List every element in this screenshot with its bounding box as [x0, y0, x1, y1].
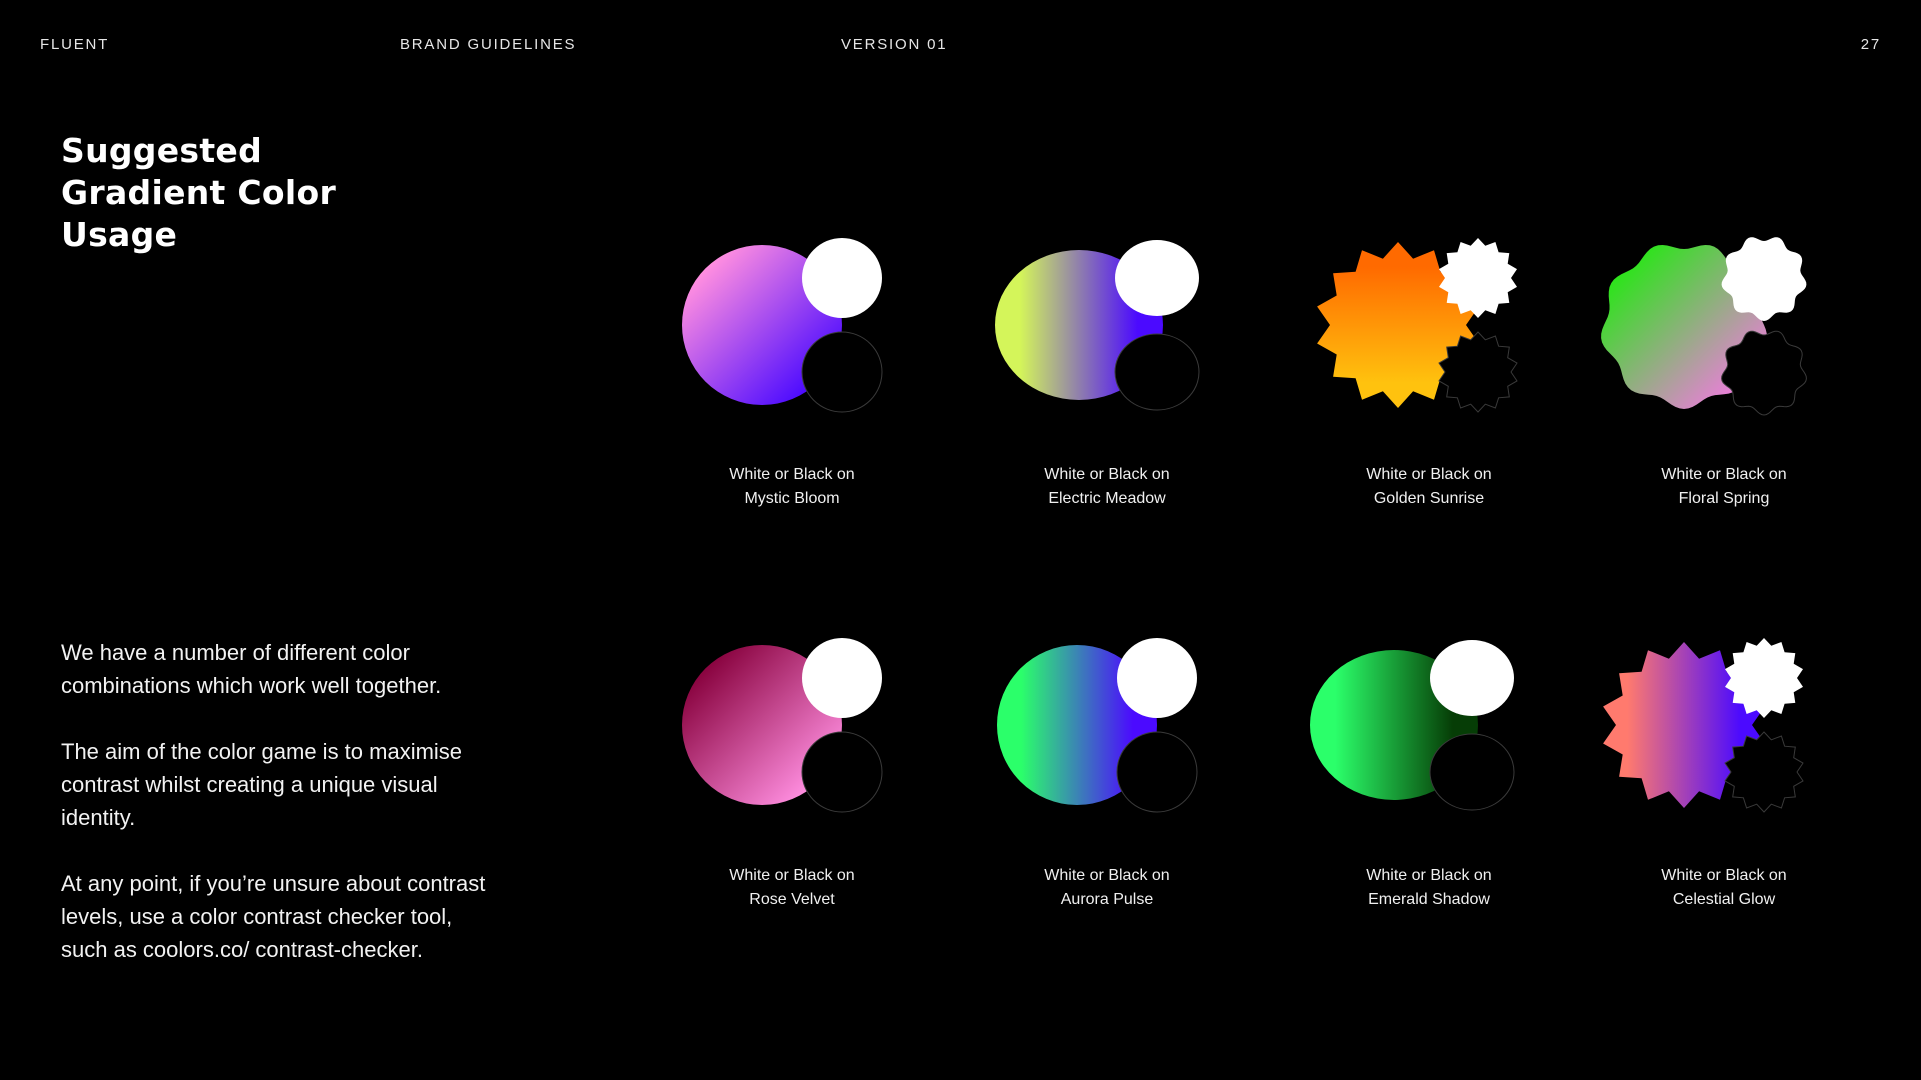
- swatch-graphic: [995, 240, 1200, 411]
- swatch-caption: White or Black on Celestial Glow: [1604, 864, 1844, 912]
- paragraph: We have a number of different color comb…: [61, 640, 442, 698]
- black-swatch: [801, 731, 883, 813]
- white-swatch: [1430, 640, 1514, 716]
- header-version: VERSION 01: [841, 36, 948, 53]
- swatch-graphic: [682, 638, 883, 813]
- paragraph: At any point, if you’re unsure about con…: [61, 871, 486, 962]
- header-brand: FLUENT: [40, 36, 110, 53]
- black-swatch: [1114, 333, 1200, 411]
- black-swatch: [1116, 731, 1198, 813]
- swatch-caption: White or Black on Golden Sunrise: [1309, 463, 1549, 511]
- swatch-name: Aurora Pulse: [1060, 891, 1154, 908]
- white-swatch: [802, 238, 882, 318]
- body-text: We have a number of different color comb…: [61, 636, 501, 999]
- swatch-caption: White or Black on Floral Spring: [1604, 463, 1844, 511]
- swatch-mystic-bloom: [682, 230, 902, 413]
- swatch-graphic: [1310, 640, 1515, 811]
- page-title: Suggested Gradient Color Usage: [61, 130, 441, 256]
- swatch-graphic: [1601, 237, 1807, 416]
- swatch-name: Golden Sunrise: [1373, 490, 1485, 507]
- header-section: BRAND GUIDELINES: [400, 36, 577, 53]
- swatch-name: Celestial Glow: [1672, 891, 1776, 908]
- title-line: Suggested: [61, 131, 263, 170]
- swatch-graphic: [682, 238, 883, 413]
- swatch-rose-velvet: [682, 630, 902, 813]
- white-swatch: [1115, 240, 1199, 316]
- white-swatch: [802, 638, 882, 718]
- black-swatch: [1429, 733, 1515, 811]
- page-number: 27: [1860, 36, 1881, 53]
- swatch-caption: White or Black on Emerald Shadow: [1309, 864, 1549, 912]
- swatch-caption: White or Black on Rose Velvet: [672, 864, 912, 912]
- swatch-graphic: [1603, 638, 1804, 813]
- swatch-aurora-pulse: [997, 630, 1217, 813]
- swatch-graphic: [1317, 238, 1518, 413]
- swatch-name: Mystic Bloom: [744, 490, 840, 507]
- swatch-graphic: [997, 638, 1198, 813]
- swatch-caption: White or Black on Aurora Pulse: [987, 864, 1227, 912]
- white-swatch: [1117, 638, 1197, 718]
- title-line: Gradient Color: [61, 173, 337, 212]
- paragraph: The aim of the color game is to maximise…: [61, 739, 463, 830]
- swatch-electric-meadow: [995, 230, 1217, 411]
- swatch-emerald-shadow: [1310, 630, 1532, 811]
- swatch-name: Rose Velvet: [749, 891, 835, 908]
- swatch-name: Electric Meadow: [1048, 490, 1166, 507]
- title-line: Usage: [61, 215, 178, 254]
- swatch-caption: White or Black on Electric Meadow: [987, 463, 1227, 511]
- black-swatch: [801, 331, 883, 413]
- swatch-floral-spring: [1601, 230, 1824, 416]
- swatch-golden-sunrise: [1317, 230, 1538, 413]
- swatch-caption: White or Black on Mystic Bloom: [672, 463, 912, 511]
- swatch-celestial-glow: [1603, 630, 1824, 813]
- swatch-name: Emerald Shadow: [1368, 891, 1490, 908]
- swatch-name: Floral Spring: [1678, 490, 1770, 507]
